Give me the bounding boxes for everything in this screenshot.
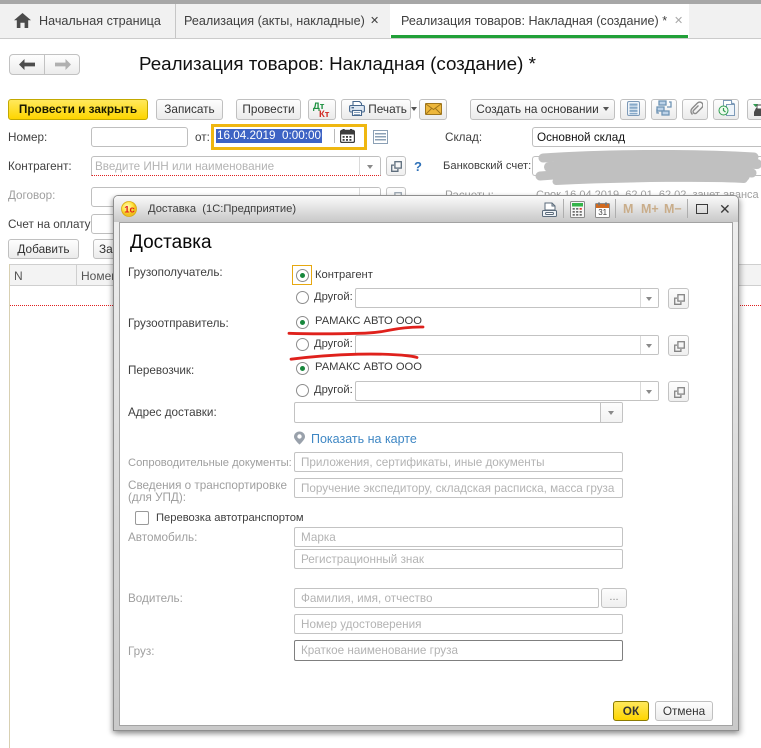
svg-text:31: 31 bbox=[598, 208, 607, 217]
svg-text:1с: 1с bbox=[124, 205, 135, 216]
